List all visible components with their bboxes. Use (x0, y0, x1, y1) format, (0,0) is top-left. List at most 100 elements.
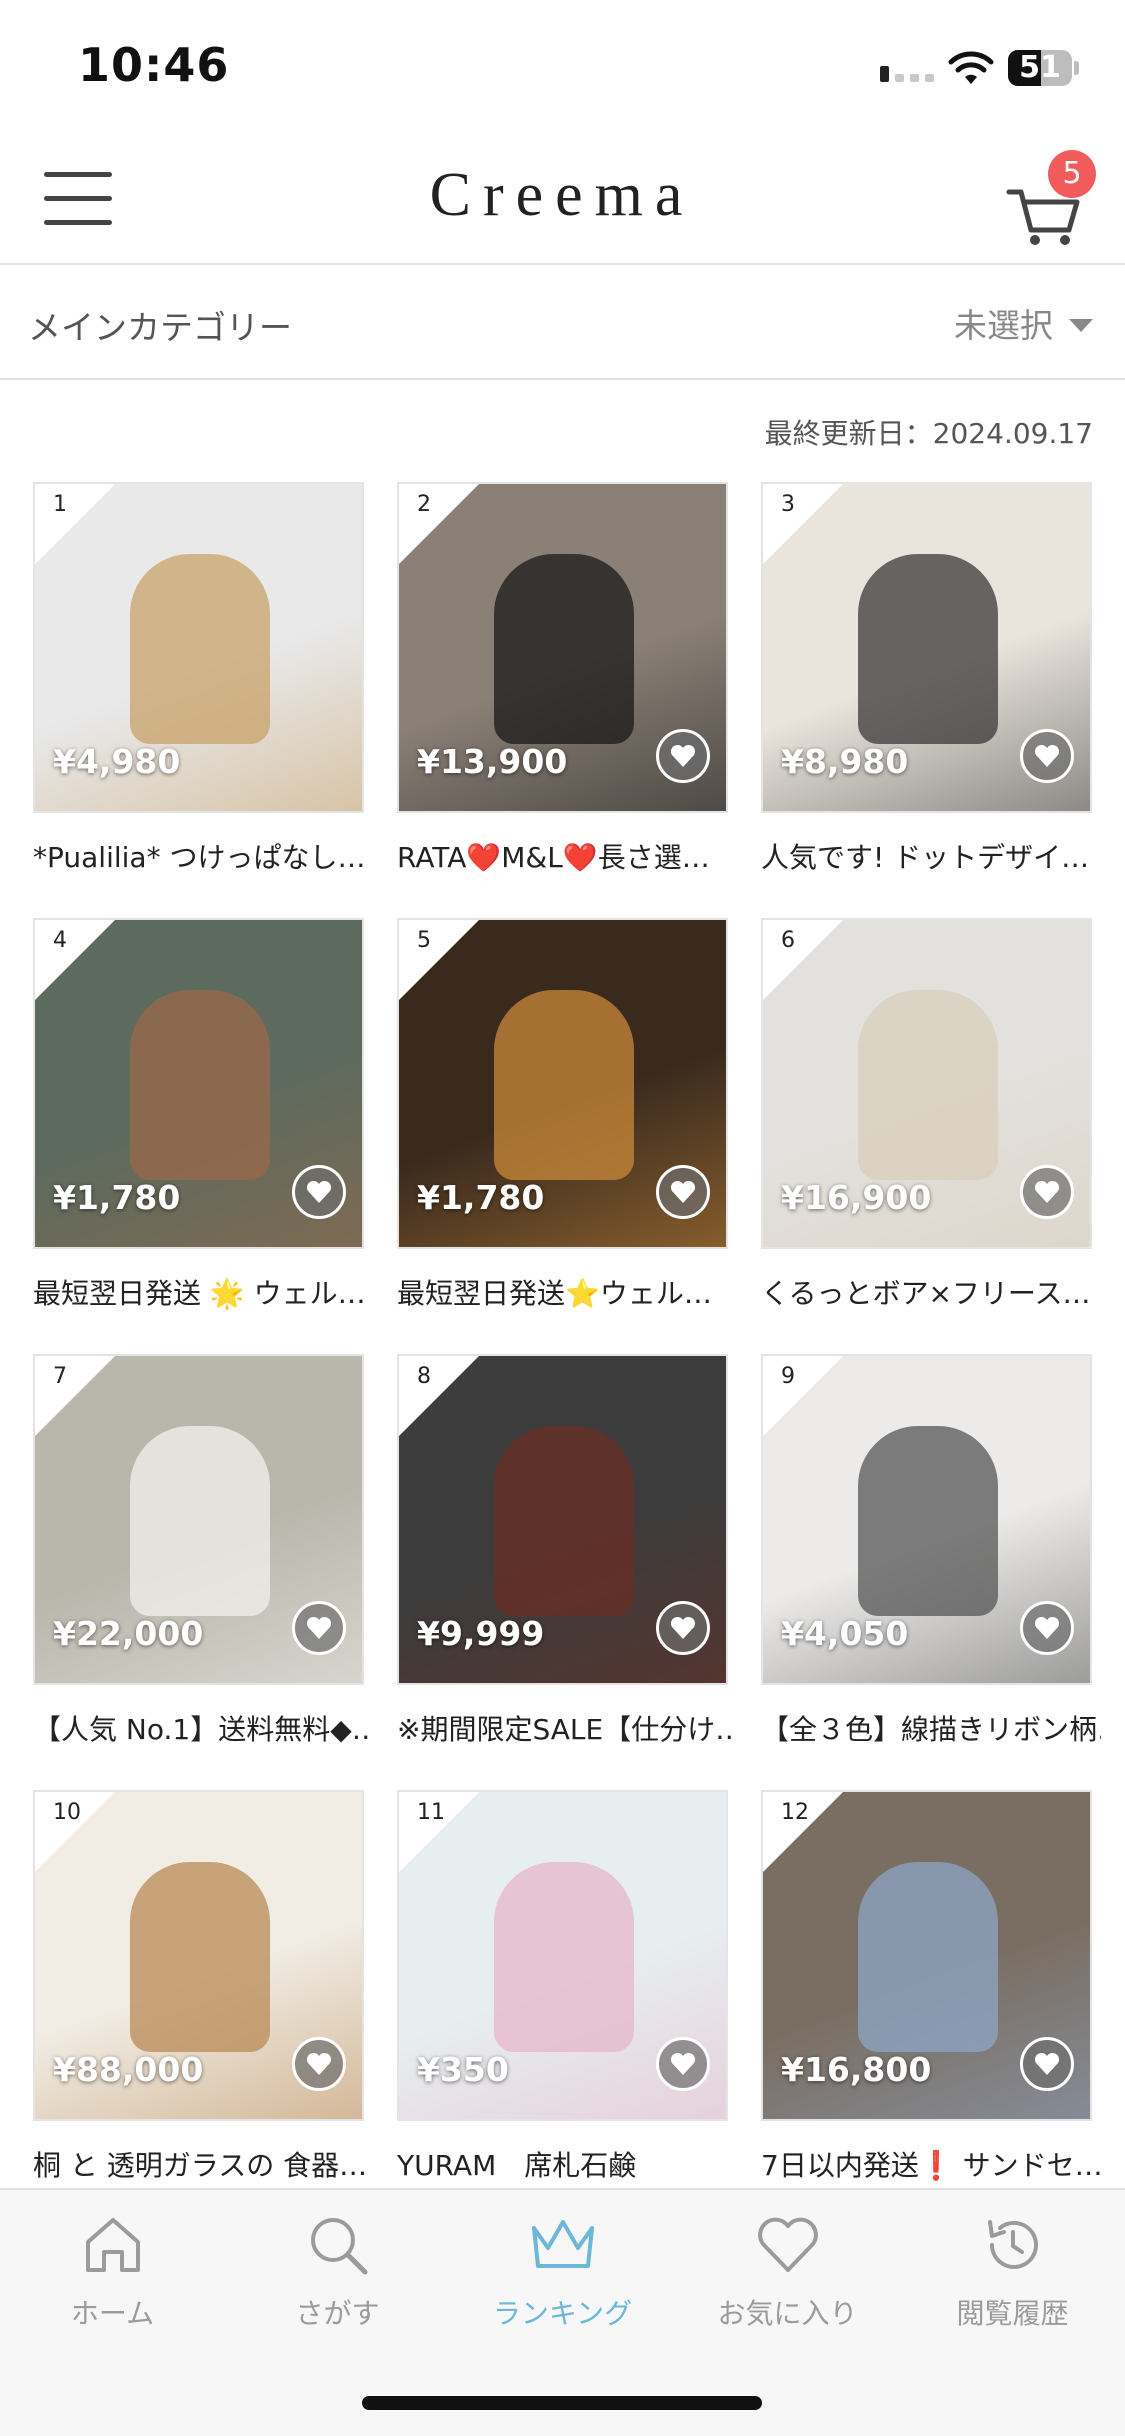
rank-number: 7 (53, 1364, 67, 1389)
menu-button[interactable] (44, 170, 114, 230)
product-price: ¥9,999 (417, 1614, 545, 1653)
heart-icon (1034, 744, 1060, 767)
favorite-button[interactable] (1020, 729, 1074, 783)
battery-nub (1074, 61, 1079, 75)
rank-number: 1 (53, 492, 67, 517)
rank-number: 11 (417, 1800, 445, 1825)
product-image[interactable]: 7 ¥22,000 (33, 1354, 364, 1685)
heart-icon (757, 2217, 818, 2272)
rank-corner (399, 920, 479, 1000)
product-price: ¥4,050 (781, 1614, 909, 1653)
product-image[interactable]: 3 ¥8,980 (761, 482, 1092, 813)
product-image[interactable]: 12 ¥16,800 (761, 1790, 1092, 2121)
signal-icon (880, 66, 936, 82)
favorite-button[interactable] (1020, 2037, 1074, 2091)
tab-favorites-label: お気に入り (717, 2297, 858, 2330)
product-price: ¥350 (417, 2050, 509, 2089)
heart-icon (670, 1616, 696, 1639)
category-label: メインカテゴリー (28, 308, 292, 347)
rank-number: 6 (781, 928, 795, 953)
heart-icon (670, 2052, 696, 2075)
favorite-button[interactable] (656, 729, 710, 783)
product-price: ¥88,000 (53, 2050, 204, 2089)
crown-icon (531, 2220, 594, 2268)
tab-ranking[interactable]: ランキング (450, 2212, 675, 2332)
product-photo-subject (494, 1426, 634, 1616)
product-price: ¥22,000 (53, 1614, 204, 1653)
heart-icon (306, 2052, 332, 2075)
favorite-button[interactable] (1020, 1601, 1074, 1655)
tab-home-label: ホーム (70, 2297, 155, 2330)
product-image[interactable]: 9 ¥4,050 (761, 1354, 1092, 1685)
favorite-button[interactable] (292, 2037, 346, 2091)
product-title[interactable]: *Pualilia* つけっぱなし… (33, 836, 373, 876)
favorite-button[interactable] (1020, 1165, 1074, 1219)
product-image[interactable]: 10 ¥88,000 (33, 1790, 364, 2121)
search-icon (310, 2218, 367, 2275)
product-title[interactable]: 7日以内発送❗ サンドセ… (761, 2144, 1101, 2184)
tab-home[interactable]: ホーム (0, 2212, 225, 2332)
heart-icon (1034, 1180, 1060, 1203)
wifi-icon (948, 51, 994, 84)
rank-corner (35, 1356, 115, 1436)
product-image[interactable]: 1 ¥4,980 (33, 482, 364, 813)
product-photo-subject (494, 554, 634, 744)
creema-logo[interactable]: Creema (362, 160, 762, 231)
product-title[interactable]: 【全３色】線描きリボン柄… (761, 1708, 1101, 1748)
product-title[interactable]: 【人気 No.1】送料無料◆… (33, 1708, 373, 1748)
product-title[interactable]: 桐 と 透明ガラスの 食器… (33, 2144, 373, 2184)
rank-number: 5 (417, 928, 431, 953)
product-price: ¥16,800 (781, 2050, 932, 2089)
product-image[interactable]: 5 ¥1,780 (397, 918, 728, 1249)
product-price: ¥1,780 (53, 1178, 181, 1217)
product-photo-subject (858, 1862, 998, 2052)
product-title[interactable]: ※期間限定SALE【仕分け… (397, 1708, 737, 1748)
tab-search-label: さがす (295, 2297, 380, 2330)
product-title[interactable]: 人気です! ドットデザイ… (761, 836, 1101, 876)
category-select[interactable]: 未選択 (954, 299, 1093, 347)
heart-icon (1034, 2052, 1060, 2075)
battery-icon: 51 (1008, 50, 1072, 86)
heart-icon (1034, 1616, 1060, 1639)
rank-corner (763, 920, 843, 1000)
product-title[interactable]: 最短翌日発送 🌟 ウェル… (33, 1272, 373, 1312)
product-image[interactable]: 8 ¥9,999 (397, 1354, 728, 1685)
rank-number: 2 (417, 492, 431, 517)
history-icon (987, 2220, 1038, 2269)
product-title[interactable]: YURAM 席札石鹸 (397, 2144, 737, 2184)
favorite-button[interactable] (656, 2037, 710, 2091)
favorite-button[interactable] (292, 1601, 346, 1655)
tab-favorites[interactable]: お気に入り (675, 2212, 900, 2332)
rank-number: 8 (417, 1364, 431, 1389)
rank-number: 9 (781, 1364, 795, 1389)
cart-count-badge: 5 (1048, 150, 1096, 198)
product-photo-subject (858, 990, 998, 1180)
heart-icon (306, 1616, 332, 1639)
tab-search[interactable]: さがす (225, 2212, 450, 2332)
product-photo-subject (130, 554, 270, 744)
chevron-down-icon (1069, 318, 1093, 332)
tab-history-label: 閲覧履歴 (956, 2297, 1069, 2330)
favorite-button[interactable] (292, 1165, 346, 1219)
product-image[interactable]: 2 ¥13,900 (397, 482, 728, 813)
product-image[interactable]: 11 ¥350 (397, 1790, 728, 2121)
product-price: ¥1,780 (417, 1178, 545, 1217)
tab-history[interactable]: 閲覧履歴 (900, 2212, 1125, 2332)
product-title[interactable]: くるっとボア×フリース… (761, 1272, 1101, 1312)
product-image[interactable]: 4 ¥1,780 (33, 918, 364, 1249)
favorite-button[interactable] (656, 1165, 710, 1219)
rank-number: 4 (53, 928, 67, 953)
product-title[interactable]: 最短翌日発送⭐ウェル… (397, 1272, 737, 1312)
tab-ranking-label: ランキング (492, 2297, 633, 2330)
favorite-button[interactable] (656, 1601, 710, 1655)
product-title[interactable]: RATA❤️M&L❤️長さ選… (397, 836, 737, 876)
product-photo-subject (858, 554, 998, 744)
product-price: ¥13,900 (417, 742, 568, 781)
rank-number: 12 (781, 1800, 809, 1825)
product-photo-subject (858, 1426, 998, 1616)
rank-number: 10 (53, 1800, 81, 1825)
rank-corner (35, 920, 115, 1000)
product-image[interactable]: 6 ¥16,900 (761, 918, 1092, 1249)
category-bar[interactable]: メインカテゴリー 未選択 (0, 265, 1125, 380)
battery-level: 51 (1019, 50, 1061, 85)
